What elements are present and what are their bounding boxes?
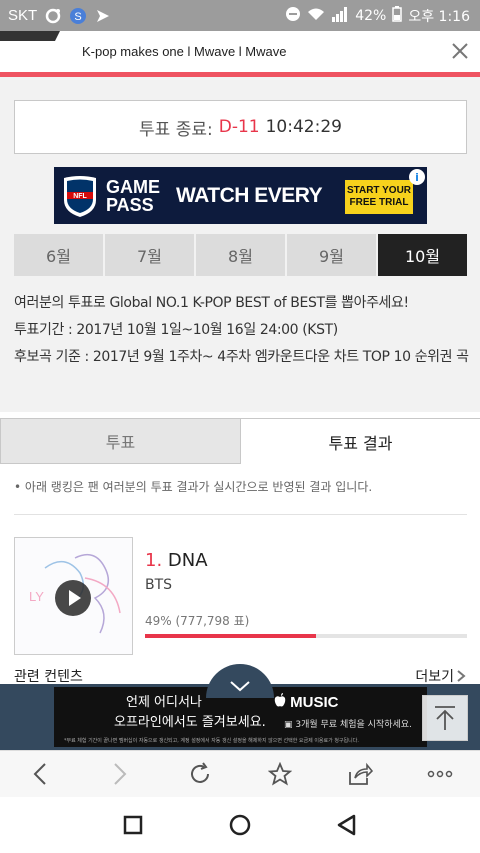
recent-apps-button[interactable] — [111, 803, 155, 847]
notification-icon — [45, 8, 61, 24]
description-line-1: 여러분의 투표로 Global NO.1 K-POP BEST of BEST를… — [14, 295, 409, 311]
square-icon — [124, 815, 143, 835]
apple-music-brand: MUSIC — [290, 694, 339, 711]
more-dots-icon — [427, 770, 453, 778]
divider — [14, 514, 467, 515]
corner-decoration — [0, 31, 60, 41]
reload-icon — [191, 762, 209, 783]
reload-button[interactable] — [180, 754, 220, 794]
ranking-item[interactable]: LY 1. DNA BTS 49% (777,798 표) — [14, 537, 467, 659]
back-button[interactable] — [20, 754, 60, 794]
ad-headline: WATCH EVERY — [176, 183, 323, 207]
tab-vote[interactable]: 투표 — [0, 418, 241, 464]
more-options-button[interactable] — [420, 754, 460, 794]
forward-arrow-icon — [114, 763, 127, 785]
do-not-disturb-icon — [285, 6, 301, 26]
circle-icon — [229, 814, 251, 836]
description-line-2: 투표기간 : 2017년 10월 1일~10월 16일 24:00 (KST) — [14, 322, 338, 338]
rank-number: 1. — [145, 550, 163, 571]
month-tab-10[interactable]: 10월 — [378, 234, 467, 276]
status-bar: SKT S 42% 오후 1:16 — [0, 0, 480, 31]
vote-percentage: 49% (777,798 표) — [145, 614, 250, 628]
nfl-shield-icon: NFL — [64, 175, 96, 217]
apple-music-offer-text: 3개월 무료 체험을 시작하세요. — [295, 720, 412, 730]
album-art-text: LY — [29, 589, 44, 604]
vote-progress-fill — [145, 634, 316, 638]
vote-remaining-time: 10:42:29 — [265, 117, 342, 137]
vote-countdown: 투표 종료: D-11 10:42:29 — [14, 100, 467, 154]
vote-progress-bar — [145, 634, 467, 638]
result-tabs: 투표 투표 결과 — [0, 418, 480, 464]
month-tab-7[interactable]: 7월 — [105, 234, 194, 276]
description-line-3: 후보곡 기준 : 2017년 9월 1주차~ 4주차 엠카운트다운 차트 TOP… — [14, 349, 469, 365]
signal-icon — [331, 6, 349, 26]
apple-music-logo: MUSIC — [274, 693, 339, 711]
ad-brand-line1: GAME — [106, 176, 160, 197]
month-tab-9[interactable]: 9월 — [287, 234, 376, 276]
app-s-icon: S — [69, 7, 87, 25]
back-arrow-icon — [33, 763, 46, 785]
carrier-label: SKT — [8, 7, 38, 24]
ranking-notice: • 아래 랭킹은 팬 여러분의 투표 결과가 실시간으로 반영된 결과 입니다. — [14, 480, 373, 494]
clock: 오후 1:16 — [408, 8, 470, 25]
forward-button[interactable] — [100, 754, 140, 794]
svg-text:S: S — [75, 11, 82, 23]
page-content: 투표 종료: D-11 10:42:29 NFL GAME PASS WATCH… — [0, 77, 480, 684]
ad-fine-print: *무료 체험 기간이 끝나면 멤버십이 자동으로 갱신되고, 계정 설정에서 자… — [64, 738, 359, 744]
vote-dday: D-11 — [218, 117, 260, 137]
browser-title-bar: K-pop makes one l Mwave l Mwave — [0, 31, 480, 72]
bookmark-button[interactable] — [260, 754, 300, 794]
close-icon[interactable] — [450, 41, 470, 61]
android-nav-bar — [0, 797, 480, 853]
share-button[interactable] — [340, 754, 380, 794]
ad-brand-line2: PASS — [106, 194, 154, 215]
song-title: DNA — [167, 550, 208, 571]
month-tabs: 6월 7월 8월 9월 10월 — [14, 234, 467, 276]
scroll-to-top-button[interactable] — [422, 695, 468, 741]
nfl-game-pass-ad[interactable]: NFL GAME PASS WATCH EVERY START YOUR FRE… — [54, 167, 427, 224]
more-link-label: 더보기 — [415, 669, 454, 684]
share-icon — [349, 762, 373, 785]
vote-description: 여러분의 투표로 Global NO.1 K-POP BEST of BEST를… — [14, 290, 470, 371]
svg-text:NFL: NFL — [73, 193, 87, 200]
more-link[interactable]: 더보기 — [415, 666, 466, 684]
month-tab-8[interactable]: 8월 — [196, 234, 285, 276]
browser-toolbar — [0, 750, 480, 797]
apple-music-offer: ▣ 3개월 무료 체험을 시작하세요. — [284, 720, 412, 730]
home-button[interactable] — [218, 803, 262, 847]
album-art: LY — [14, 537, 133, 655]
battery-icon — [392, 5, 403, 26]
triangle-back-icon — [337, 814, 355, 836]
tab-vote-results[interactable]: 투표 결과 — [241, 418, 480, 464]
arrow-up-icon — [435, 706, 455, 730]
ad-brand: GAME PASS — [106, 178, 160, 214]
vote-countdown-label: 투표 종료: — [139, 119, 213, 140]
ad-text-line2: 오프라인에서도 즐겨보세요. — [114, 715, 266, 730]
related-content-label: 관련 컨텐츠 — [14, 669, 83, 684]
ad-cta-button[interactable]: START YOUR FREE TRIAL — [345, 180, 413, 214]
play-button[interactable] — [55, 580, 91, 616]
chevron-down-icon — [230, 681, 250, 692]
send-icon — [95, 8, 111, 24]
month-tab-6[interactable]: 6월 — [14, 234, 103, 276]
wifi-icon — [307, 7, 325, 25]
page-title: K-pop makes one l Mwave l Mwave — [82, 44, 287, 59]
song-rank-title: 1. DNA — [145, 550, 208, 571]
apple-icon — [274, 693, 286, 707]
ad-info-icon[interactable]: i — [409, 169, 425, 185]
ad-text-line1: 언제 어디서나 — [126, 695, 202, 710]
play-icon — [69, 590, 81, 606]
battery-percent: 42% — [355, 7, 387, 24]
nav-back-button[interactable] — [325, 803, 369, 847]
chevron-right-icon — [457, 670, 466, 682]
song-artist: BTS — [145, 577, 173, 593]
ranking-notice-text: 아래 랭킹은 팬 여러분의 투표 결과가 실시간으로 반영된 결과 입니다. — [24, 480, 373, 494]
star-icon — [268, 762, 292, 786]
